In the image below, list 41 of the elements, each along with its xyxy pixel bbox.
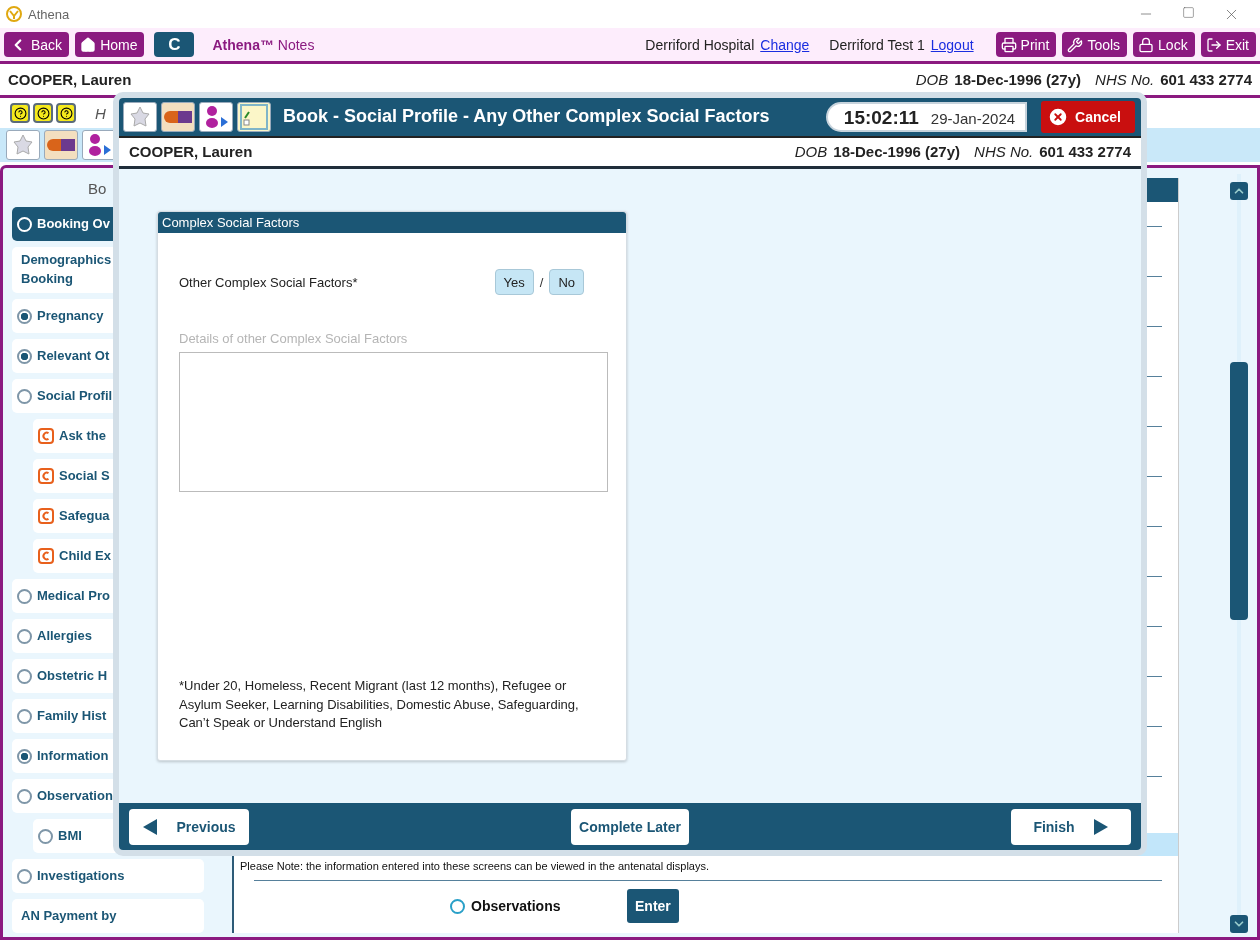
time-text: 15:02:11 — [843, 107, 919, 129]
observations-label: Observations — [471, 898, 562, 914]
sidebar-item-label: BMI — [58, 826, 82, 845]
nhs-label: NHS No. — [1095, 71, 1155, 88]
dialog-title: Book - Social Profile - Any Other Complex Social Factors — [283, 106, 770, 128]
sidebar-item-label: Social Profil — [37, 386, 113, 405]
window-title: Athena — [28, 6, 70, 22]
patient-name: COOPER, Lauren — [8, 71, 132, 88]
dob-label: DOB — [915, 71, 949, 88]
sidebar-heading: Bo — [88, 180, 108, 197]
sidebar-item-label: AN Payment by — [21, 906, 117, 925]
card-title: Complex Social Factors — [158, 212, 626, 233]
nhs-label: NHS No. — [974, 143, 1034, 161]
sidebar-item-label: Allergies — [37, 626, 92, 645]
sidebar-item-label: Medical Pro — [37, 586, 110, 605]
sidebar-item-label: Pregnancy — [37, 306, 104, 325]
sidebar-item-label: Relevant Ot — [37, 346, 110, 365]
nhs-number: 601 433 2774 — [1039, 143, 1131, 161]
separator-text: / — [539, 274, 544, 290]
sidebar-item-label: Booking Ov — [37, 214, 110, 233]
dob-value: 18-Dec-1996 (27y) — [954, 71, 1082, 88]
app-name: Athena™ Notes — [212, 36, 315, 53]
page-heading: H — [95, 104, 106, 122]
dob-label: DOB — [794, 143, 828, 161]
sidebar-item-label: Social S — [59, 466, 110, 485]
dob-value: 18-Dec-1996 (27y) — [833, 143, 961, 161]
hospital-name: Derriford Hospital — [645, 36, 755, 53]
user-name: Derriford Test 1 — [829, 36, 925, 53]
sidebar-item-label: Family Hist — [37, 706, 107, 725]
sidebar-item-label: Observation — [37, 786, 113, 805]
date-text: 29-Jan-2024 — [930, 110, 1016, 127]
sidebar-item-label: Information — [37, 746, 109, 765]
sidebar-item-label: Ask the — [59, 426, 106, 445]
nhs-number: 601 433 2774 — [1160, 71, 1252, 88]
sidebar-item-label: Safegua — [59, 506, 110, 525]
patient-name: COOPER, Lauren — [129, 143, 253, 161]
note-text: Please Note: the information entered into these screens can be viewed in the antenatal displays. — [239, 859, 710, 874]
sidebar-item-label: Obstetric H — [37, 666, 108, 685]
sidebar-item-label: Demographics Booking — [21, 251, 112, 288]
sidebar-item-label: Investigations — [37, 866, 125, 885]
sidebar-item-label: Child Ex — [59, 546, 111, 565]
